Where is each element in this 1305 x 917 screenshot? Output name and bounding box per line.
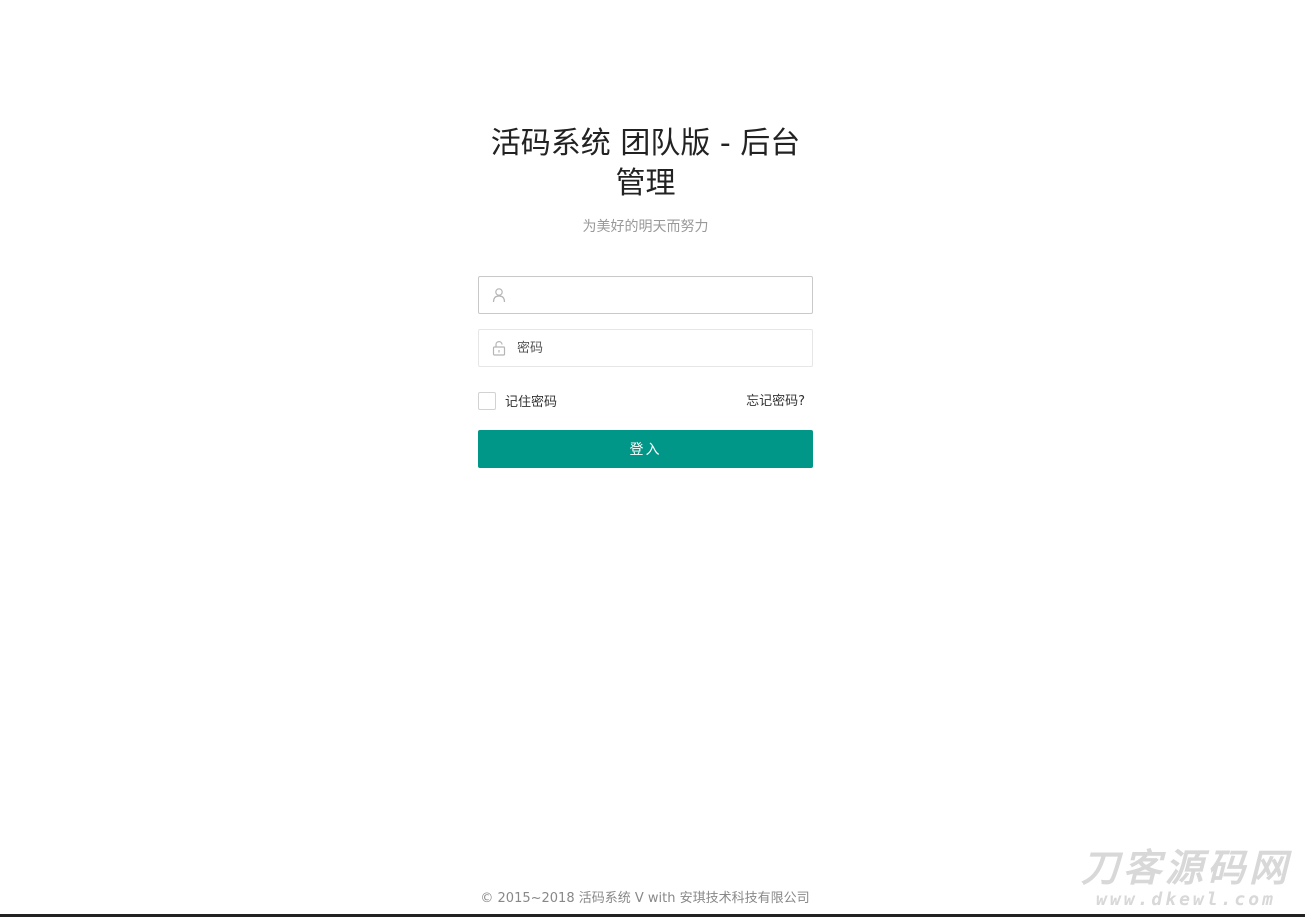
user-icon bbox=[491, 287, 507, 303]
page-subtitle: 为美好的明天而努力 bbox=[582, 219, 709, 235]
password-field[interactable] bbox=[478, 329, 813, 367]
forgot-password-link[interactable]: 忘记密码? bbox=[746, 390, 805, 409]
remember-checkbox[interactable] bbox=[478, 391, 496, 410]
login-button[interactable]: 登入 bbox=[478, 430, 813, 468]
watermark-logo: 刀客源码网 www.dkewl.com bbox=[1081, 846, 1291, 910]
login-options: 记住密码 忘记密码? bbox=[478, 391, 813, 411]
remember-password[interactable]: 记住密码 bbox=[478, 391, 557, 410]
login-box: 活码系统 团队版 - 后台管理 为美好的明天而努力 记住密码 忘记密码? 登入 bbox=[478, 124, 813, 468]
username-input[interactable] bbox=[517, 277, 802, 313]
watermark-url-text: www.dkewl.com bbox=[1096, 889, 1276, 910]
watermark-main-text: 刀客源码网 bbox=[1080, 846, 1291, 890]
lock-icon bbox=[491, 340, 507, 356]
page-title: 活码系统 团队版 - 后台管理 bbox=[490, 126, 801, 201]
remember-label: 记住密码 bbox=[505, 395, 558, 410]
login-page: 活码系统 团队版 - 后台管理 为美好的明天而努力 记住密码 忘记密码? 登入 … bbox=[0, 0, 1305, 917]
username-field[interactable] bbox=[478, 276, 813, 314]
password-input[interactable] bbox=[517, 330, 802, 366]
